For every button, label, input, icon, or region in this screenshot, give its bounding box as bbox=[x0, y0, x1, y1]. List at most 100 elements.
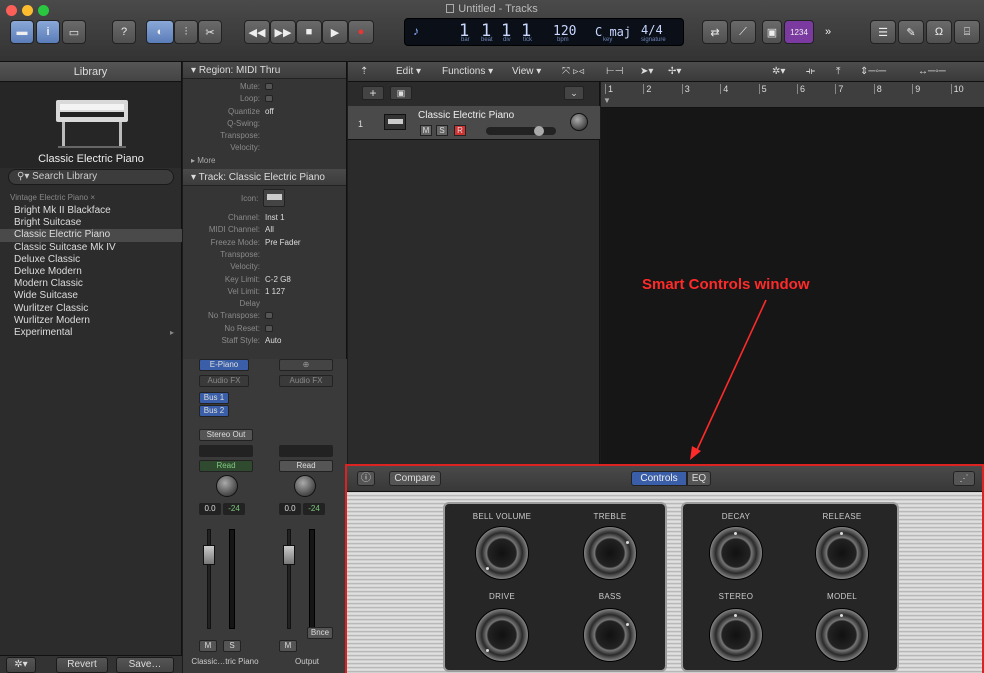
editors-button[interactable]: ✂ bbox=[198, 20, 222, 44]
tuner-button[interactable]: ⟋ bbox=[730, 20, 756, 44]
vertical-zoom-slider[interactable]: ⇕─◦─ bbox=[860, 65, 886, 79]
cycle-button[interactable]: ⇄ bbox=[702, 20, 728, 44]
global-tracks-button[interactable]: ⌄ bbox=[564, 86, 584, 100]
list-editors-button[interactable]: ☰ bbox=[870, 20, 896, 44]
library-item[interactable]: Experimental ▸ bbox=[0, 327, 182, 339]
library-toggle-button[interactable]: ▬ bbox=[10, 20, 34, 44]
model-knob[interactable] bbox=[815, 608, 869, 662]
play-button[interactable]: ▶ bbox=[322, 20, 348, 44]
bar-ruler[interactable]: ▼ 1 2 3 4 5 6 7 8 9 10 bbox=[601, 82, 984, 108]
send-bus1[interactable]: Bus 1 bbox=[199, 392, 229, 404]
library-item[interactable]: Bright Mk II Blackface bbox=[0, 205, 182, 217]
inspector-row[interactable]: Freeze Mode: Pre Fader bbox=[183, 237, 346, 249]
library-item[interactable]: Wide Suitcase bbox=[0, 290, 182, 302]
library-item[interactable]: Bright Suitcase bbox=[0, 217, 182, 229]
inspector-row[interactable]: Staff Style: Auto bbox=[183, 335, 346, 347]
group-slot[interactable] bbox=[199, 445, 253, 457]
solo-button[interactable]: ▣ bbox=[762, 20, 782, 44]
automation-read-button[interactable]: Read bbox=[199, 460, 253, 472]
stop-button[interactable]: ■ bbox=[296, 20, 322, 44]
inspector-row[interactable]: Transpose: bbox=[183, 130, 346, 142]
forward-button[interactable]: ▶▶ bbox=[270, 20, 296, 44]
mute-button[interactable]: M bbox=[199, 640, 217, 652]
inspector-row[interactable]: MIDI Channel: All bbox=[183, 224, 346, 236]
track-header-1[interactable]: 1 Classic Electric Piano M S R bbox=[348, 106, 600, 140]
back-icon[interactable]: ⇡ bbox=[360, 65, 368, 79]
decay-knob[interactable] bbox=[709, 526, 763, 580]
volume-fader[interactable] bbox=[283, 545, 295, 565]
automation-read-button[interactable]: Read bbox=[279, 460, 333, 472]
inspector-row[interactable]: Key Limit: C-2 G8 bbox=[183, 274, 346, 286]
save-button[interactable]: Save… bbox=[116, 657, 174, 673]
release-knob[interactable] bbox=[815, 526, 869, 580]
checkbox[interactable] bbox=[265, 95, 273, 103]
library-search-field[interactable]: ⚲▾ Search Library bbox=[8, 169, 174, 185]
inspector-row[interactable]: Quantize off bbox=[183, 106, 346, 118]
inspector-row[interactable]: Mute: bbox=[183, 81, 346, 93]
pointer-tool-icon[interactable]: ➤▾ bbox=[640, 65, 653, 79]
treble-knob[interactable] bbox=[583, 526, 637, 580]
playhead-icon[interactable]: ▼ bbox=[603, 96, 611, 105]
lcd-key[interactable]: C maj bbox=[595, 25, 631, 39]
breadcrumb-close-icon[interactable]: × bbox=[90, 193, 95, 202]
inspector-row[interactable]: Loop: bbox=[183, 93, 346, 105]
track-mute-button[interactable]: M bbox=[420, 125, 432, 136]
checkbox[interactable] bbox=[265, 83, 273, 90]
inspector-row[interactable]: Velocity: bbox=[183, 261, 346, 273]
loop-browser-button[interactable]: Ω bbox=[926, 20, 952, 44]
flex-icon[interactable]: ⊢⊣ bbox=[606, 65, 623, 79]
send-bus2[interactable]: Bus 2 bbox=[199, 405, 229, 417]
track-record-button[interactable]: R bbox=[454, 125, 466, 136]
library-breadcrumb[interactable]: Vintage Electric Piano × bbox=[10, 193, 95, 202]
track-pan-knob[interactable] bbox=[570, 113, 588, 131]
catch-icon[interactable]: ⤧ ⊳⊲ bbox=[562, 65, 585, 79]
link-slot[interactable]: ⊕ bbox=[279, 359, 333, 371]
solo-button[interactable]: S bbox=[223, 640, 241, 652]
track-solo-button[interactable]: S bbox=[436, 125, 448, 136]
bass-knob[interactable] bbox=[583, 608, 637, 662]
pencil-tool-icon[interactable]: ✢▾ bbox=[668, 65, 681, 79]
more-toolbar-button[interactable]: » bbox=[818, 20, 838, 44]
waveform-zoom-icon[interactable]: ⟛ bbox=[806, 65, 815, 79]
pan-knob[interactable] bbox=[216, 475, 238, 497]
inspector-row[interactable]: Channel: Inst 1 bbox=[183, 212, 346, 224]
checkbox[interactable] bbox=[265, 324, 273, 332]
inspector-row[interactable]: Q-Swing: bbox=[183, 118, 346, 130]
smart-controls-info-button[interactable]: ⓘ bbox=[357, 471, 375, 486]
smart-controls-button[interactable]: ◐ bbox=[146, 20, 174, 44]
audio-fx-slot[interactable]: Audio FX bbox=[199, 375, 249, 387]
region-inspector-header[interactable]: ▾ Region: MIDI Thru bbox=[183, 62, 346, 79]
inspector-row[interactable]: No Reset: bbox=[183, 323, 346, 335]
rewind-button[interactable]: ◀◀ bbox=[244, 20, 270, 44]
track-volume-slider[interactable] bbox=[486, 126, 556, 136]
menu-edit[interactable]: Edit ▾ bbox=[396, 65, 421, 79]
library-item[interactable]: Wurlitzer Modern bbox=[0, 315, 182, 327]
inspector-row[interactable]: Vel Limit: 1 127 bbox=[183, 286, 346, 298]
instrument-slot[interactable]: E-Piano bbox=[199, 359, 249, 371]
revert-button[interactable]: Revert bbox=[56, 657, 108, 673]
tab-controls[interactable]: Controls bbox=[631, 471, 687, 486]
inspector-row[interactable]: Velocity: bbox=[183, 142, 346, 154]
smart-controls-menu-button[interactable]: ⋰ bbox=[953, 471, 975, 486]
add-track-button[interactable]: + bbox=[362, 86, 384, 100]
compare-button[interactable]: Compare bbox=[389, 471, 441, 486]
more-disclosure[interactable]: ▸ More bbox=[183, 155, 346, 167]
note-pads-button[interactable]: ✎ bbox=[898, 20, 924, 44]
drive-knob[interactable] bbox=[475, 608, 529, 662]
track-inspector-header[interactable]: ▾ Track: Classic Electric Piano bbox=[183, 169, 346, 187]
folder-button[interactable]: ▣ bbox=[390, 86, 412, 100]
snap-gear-icon[interactable]: ✲▾ bbox=[772, 65, 785, 79]
inspector-row[interactable]: Transpose: bbox=[183, 249, 346, 261]
stereo-knob[interactable] bbox=[709, 608, 763, 662]
record-button[interactable]: ● bbox=[348, 20, 374, 44]
library-item[interactable]: Classic Suitcase Mk IV bbox=[0, 242, 182, 254]
track-name[interactable]: Classic Electric Piano bbox=[418, 110, 514, 121]
lcd-signature[interactable]: 4/4 bbox=[641, 23, 663, 37]
library-item[interactable]: Deluxe Modern bbox=[0, 266, 182, 278]
mixer-button[interactable]: ⫶ bbox=[174, 20, 198, 44]
library-settings-button[interactable]: ✲▾ bbox=[6, 657, 36, 673]
inspector-row[interactable]: No Transpose: bbox=[183, 310, 346, 322]
menu-functions[interactable]: Functions ▾ bbox=[442, 65, 493, 79]
menu-view[interactable]: View ▾ bbox=[512, 65, 541, 79]
output-slot[interactable]: Stereo Out bbox=[199, 429, 253, 441]
